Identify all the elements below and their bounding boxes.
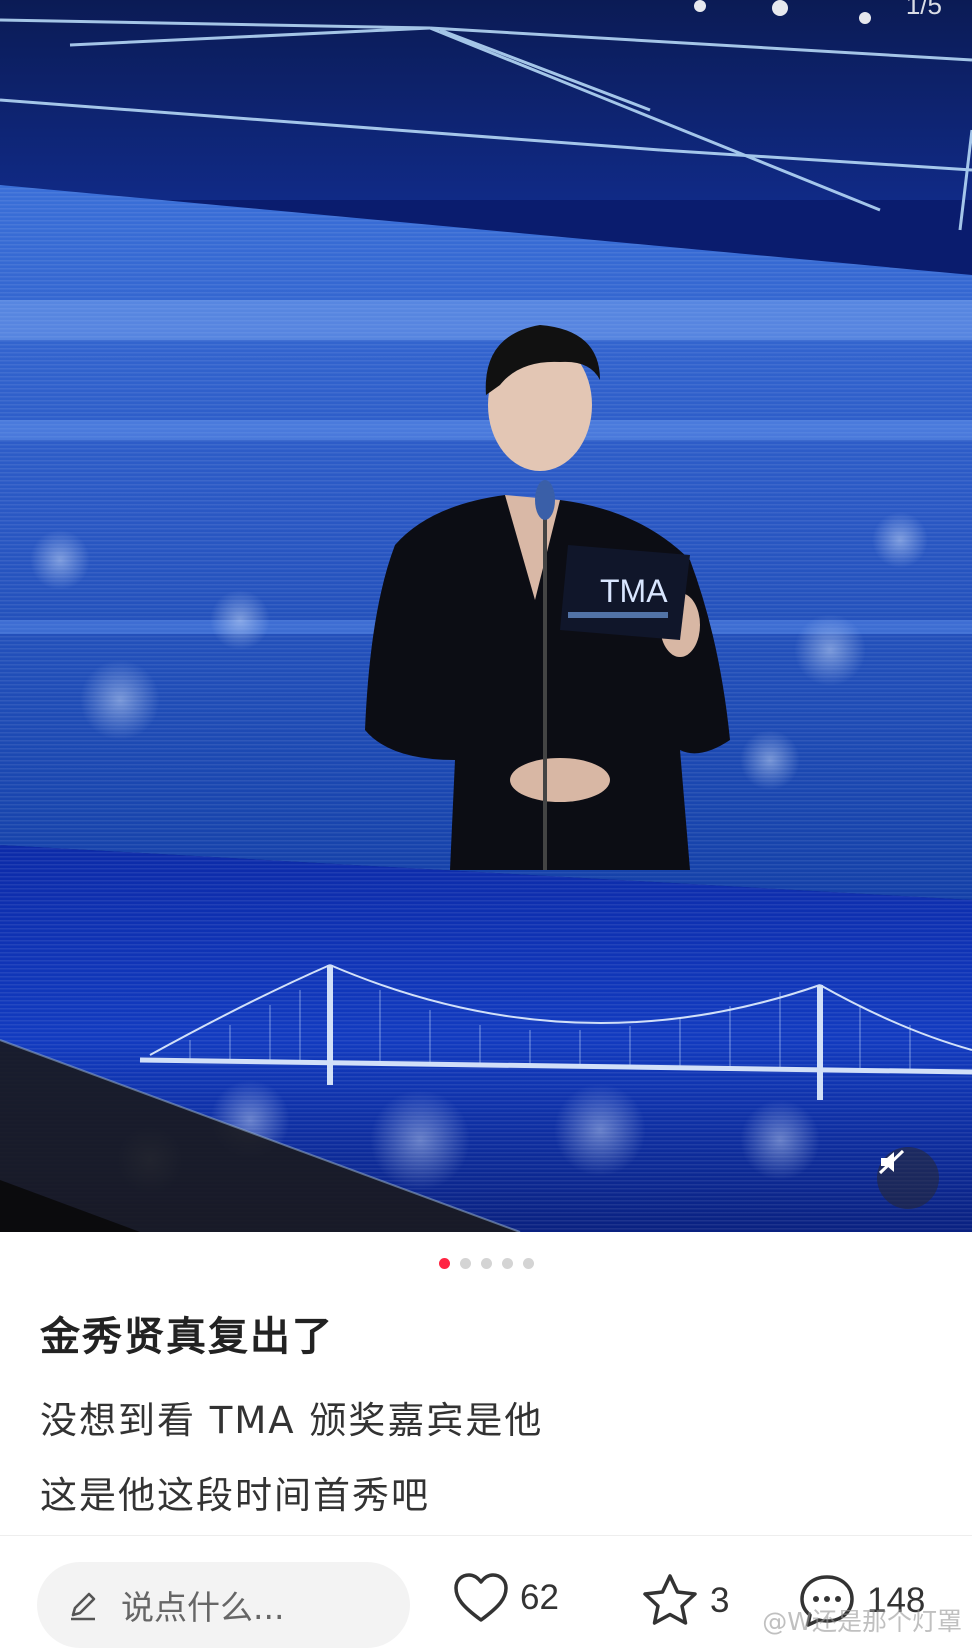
carousel-dot xyxy=(459,1258,471,1269)
carousel-dot xyxy=(501,1258,513,1269)
watermark: @W还是那个灯罩 xyxy=(762,1607,962,1636)
like-button[interactable]: 62 xyxy=(452,1572,559,1624)
carousel-dot xyxy=(480,1258,492,1269)
collect-count: 3 xyxy=(710,1581,730,1620)
collect-button[interactable]: 3 xyxy=(640,1572,729,1630)
comment-placeholder: 说点什么... xyxy=(121,1588,285,1627)
page-counter: 1/5 xyxy=(905,0,942,20)
award-card: TMA xyxy=(560,545,690,640)
comment-input[interactable]: 说点什么... xyxy=(37,1562,410,1648)
post-title: 金秀贤真复出了 xyxy=(40,1314,334,1360)
post-photo[interactable]: TMA 1/5 xyxy=(0,0,972,1232)
heart-icon xyxy=(454,1573,508,1622)
pencil-icon xyxy=(65,1587,101,1623)
mute-icon xyxy=(878,1149,905,1175)
like-count: 62 xyxy=(520,1578,559,1617)
bottom-action-bar: 说点什么... 62 3 148 @W还是那个灯罩 xyxy=(0,1535,972,1648)
stage-scene: TMA xyxy=(0,0,972,1232)
post-body-line: 没想到看 TMA 颁奖嘉宾是他 xyxy=(40,1399,544,1442)
carousel-dot xyxy=(522,1258,534,1269)
mute-button[interactable] xyxy=(877,1147,939,1209)
carousel-indicator xyxy=(0,1258,972,1270)
star-icon xyxy=(643,1574,697,1625)
post-body-line: 这是他这段时间首秀吧 xyxy=(40,1474,430,1517)
carousel-dot-active xyxy=(438,1258,450,1269)
svg-text:TMA: TMA xyxy=(600,573,668,609)
